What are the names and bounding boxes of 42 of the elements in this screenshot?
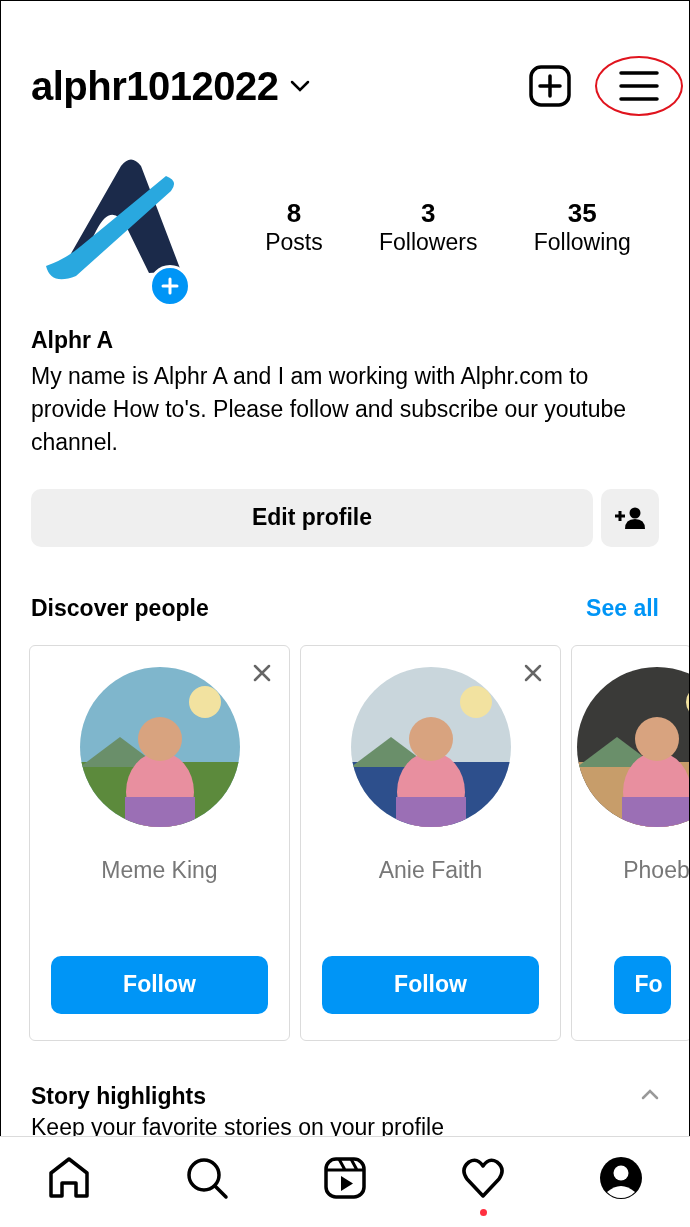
person-plus-icon <box>615 506 645 529</box>
stat-label: Followers <box>378 228 478 257</box>
plus-icon <box>161 277 179 295</box>
profile-name: Alphr A <box>31 326 115 355</box>
close-icon <box>253 664 271 682</box>
section-subtitle: Keep your favorite stories on your profile <box>31 1113 444 1142</box>
stat-label: Posts <box>265 228 323 257</box>
follow-button[interactable]: Fo <box>614 955 671 1014</box>
stat-label: Following <box>533 228 631 257</box>
edit-profile-button[interactable]: Edit profile <box>31 488 593 547</box>
section-title: Discover people <box>31 593 209 623</box>
person-name: Anie Faith <box>378 856 483 885</box>
see-all-link[interactable]: See all <box>586 590 659 625</box>
video-icon <box>323 1156 367 1200</box>
nav-tab[interactable] <box>185 1156 229 1200</box>
username: alphr1012022 <box>31 63 279 110</box>
stat-count: 35 <box>566 197 598 229</box>
new-post-button[interactable] <box>529 65 571 107</box>
add-person-button[interactable] <box>601 488 659 547</box>
heart-icon <box>461 1156 505 1200</box>
collapse-button[interactable] <box>641 1089 659 1100</box>
add-icon <box>529 65 571 107</box>
person-name: Meme King <box>101 856 218 885</box>
close-icon <box>524 664 542 682</box>
chevron-down-icon[interactable] <box>288 79 311 93</box>
nav-tab[interactable] <box>323 1156 367 1200</box>
home-icon <box>47 1156 91 1200</box>
nav-tab[interactable] <box>599 1156 643 1200</box>
person-name: Phoeb <box>623 856 689 885</box>
bio-text: My name is Alphr A and I am working with Alphr.com to provide How to's. Please follow and subscribe our youtube channel. <box>31 361 628 457</box>
menu-icon <box>619 70 659 102</box>
menu-button[interactable] <box>619 70 659 102</box>
follow-button[interactable]: Follow <box>51 955 268 1014</box>
dismiss-button[interactable] <box>253 664 271 682</box>
section-title: Story highlights <box>31 1082 208 1111</box>
profile-icon <box>599 1156 643 1200</box>
nav-tab[interactable] <box>47 1156 91 1200</box>
dismiss-button[interactable] <box>524 664 542 682</box>
search-icon <box>185 1156 229 1200</box>
stat-count: 3 <box>419 197 437 229</box>
follow-button[interactable]: Follow <box>322 955 539 1014</box>
stat-count: 8 <box>285 197 303 229</box>
